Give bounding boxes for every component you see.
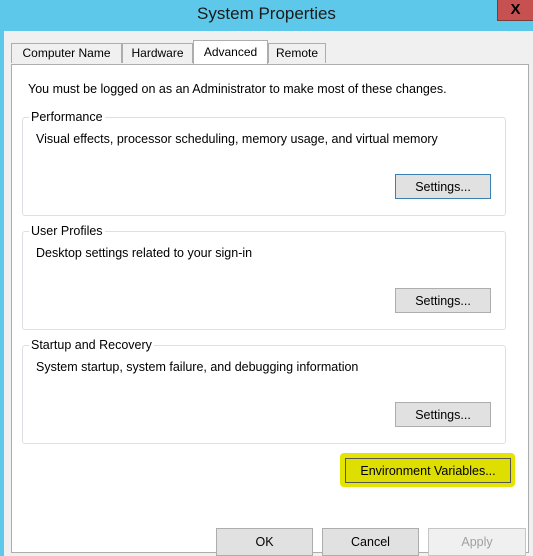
tab-hardware[interactable]: Hardware: [122, 43, 193, 63]
close-button[interactable]: X: [497, 0, 533, 21]
startup-recovery-group: Startup and Recovery System startup, sys…: [22, 337, 506, 444]
performance-description: Visual effects, processor scheduling, me…: [36, 132, 438, 146]
ok-button[interactable]: OK: [216, 528, 313, 556]
cancel-button[interactable]: Cancel: [322, 528, 419, 556]
tab-computer-name[interactable]: Computer Name: [11, 43, 122, 63]
close-icon: X: [510, 1, 521, 18]
startup-recovery-label: Startup and Recovery: [29, 337, 154, 353]
startup-recovery-description: System startup, system failure, and debu…: [36, 360, 359, 374]
user-profiles-description: Desktop settings related to your sign-in: [36, 246, 253, 260]
dialog-body: Computer Name Hardware Advanced Remote Y…: [4, 31, 533, 556]
user-profiles-settings-button[interactable]: Settings...: [395, 288, 491, 313]
apply-button[interactable]: Apply: [428, 528, 526, 556]
performance-label: Performance: [29, 109, 105, 125]
window-title: System Properties: [197, 4, 336, 23]
title-bar: System Properties X: [0, 0, 533, 31]
tab-remote[interactable]: Remote: [268, 43, 326, 63]
performance-settings-button[interactable]: Settings...: [395, 174, 491, 199]
performance-group: Performance Visual effects, processor sc…: [22, 109, 506, 216]
environment-variables-button[interactable]: Environment Variables...: [345, 458, 511, 483]
tab-advanced[interactable]: Advanced: [193, 40, 268, 64]
admin-notice: You must be logged on as an Administrato…: [28, 82, 447, 96]
user-profiles-label: User Profiles: [29, 223, 105, 239]
startup-recovery-settings-button[interactable]: Settings...: [395, 402, 491, 427]
user-profiles-group: User Profiles Desktop settings related t…: [22, 223, 506, 330]
